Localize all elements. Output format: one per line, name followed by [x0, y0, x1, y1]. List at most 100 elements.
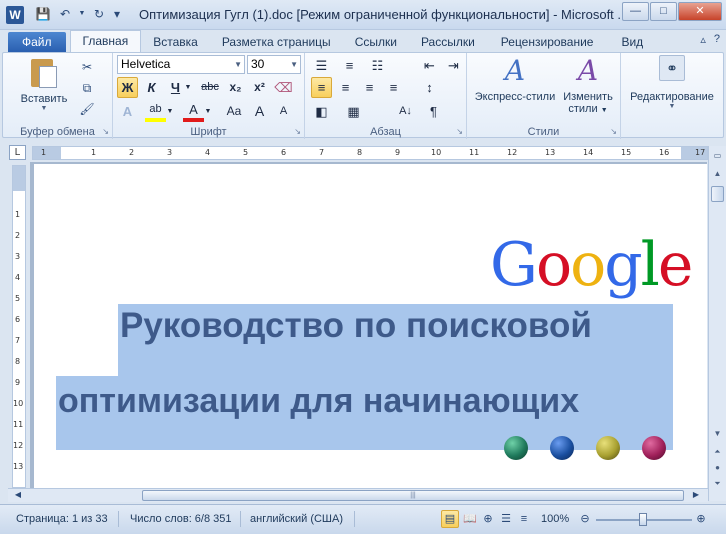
- font-color-icon[interactable]: A: [183, 101, 204, 122]
- tab-view[interactable]: Вид: [607, 32, 657, 52]
- language-status[interactable]: английский (США): [250, 513, 343, 525]
- vertical-ruler[interactable]: 1 2 3 4 5 6 7 8 9 10 11 12 13: [12, 165, 26, 488]
- maximize-button[interactable]: □: [650, 2, 677, 21]
- superscript-button[interactable]: x²: [249, 77, 270, 98]
- strikethrough-button[interactable]: abc: [197, 77, 223, 98]
- close-button[interactable]: ✕: [678, 2, 722, 21]
- quick-styles-button[interactable]: A Экспресс-стили: [473, 55, 557, 104]
- tab-references[interactable]: Ссылки: [343, 32, 409, 52]
- bold-button[interactable]: Ж: [117, 77, 138, 98]
- word-count-status[interactable]: Число слов: 6/8 351: [130, 513, 232, 525]
- align-right-icon[interactable]: ≡: [359, 77, 380, 98]
- font-launcher-icon[interactable]: ↘: [294, 127, 301, 136]
- undo-icon[interactable]: ↶: [56, 5, 74, 23]
- word-app-icon[interactable]: W: [6, 6, 24, 24]
- shrink-font-button[interactable]: A: [273, 101, 294, 122]
- justify-icon[interactable]: ≡: [383, 77, 404, 98]
- group-font: Helvetica ▼ 30 ▼ Ж К Ч ▼ abc x₂ x² ⌫ A a…: [113, 53, 305, 139]
- bullets-icon[interactable]: ☰: [311, 55, 332, 76]
- zoom-level[interactable]: 100%: [541, 513, 569, 525]
- tab-home[interactable]: Главная: [69, 30, 142, 52]
- copy-icon[interactable]: ⧉: [79, 80, 95, 96]
- sort-icon[interactable]: A↓: [395, 101, 416, 122]
- subscript-button[interactable]: x₂: [225, 77, 246, 98]
- numbering-icon[interactable]: ≡: [339, 55, 360, 76]
- format-painter-icon[interactable]: 🖌: [79, 101, 95, 117]
- binoculars-icon: ⚭: [659, 55, 685, 81]
- line-spacing-icon[interactable]: ↕: [419, 77, 440, 98]
- underline-dropdown-icon[interactable]: ▼: [183, 77, 193, 98]
- prev-page-icon[interactable]: ⏶: [710, 444, 725, 460]
- minimize-ribbon-icon[interactable]: ▵: [700, 33, 706, 46]
- document-area[interactable]: Google Руководство по поисковой оптимиза…: [30, 162, 707, 488]
- browse-object-icon[interactable]: ●: [710, 460, 725, 476]
- window-title: Оптимизация Гугл (1).doc [Режим ограниче…: [139, 7, 629, 22]
- font-color-dropdown-icon[interactable]: ▼: [203, 101, 213, 122]
- tab-insert[interactable]: Вставка: [141, 32, 210, 52]
- align-left-icon[interactable]: ≡: [311, 77, 332, 98]
- scroll-left-icon[interactable]: ◀: [10, 489, 26, 501]
- change-styles-button[interactable]: A Изменить стили ▼: [559, 55, 617, 116]
- highlight-dropdown-icon[interactable]: ▼: [165, 101, 175, 122]
- next-page-icon[interactable]: ⏷: [710, 476, 725, 492]
- outline-view-icon[interactable]: ☰: [497, 510, 515, 528]
- styles-launcher-icon[interactable]: ↘: [610, 127, 617, 136]
- scroll-right-icon[interactable]: ▶: [688, 489, 704, 501]
- zoom-out-icon[interactable]: ⊖: [576, 510, 594, 528]
- ruler-toggle-icon[interactable]: ▭: [710, 148, 725, 164]
- help-icon[interactable]: ?: [714, 33, 720, 46]
- align-center-icon[interactable]: ≡: [335, 77, 356, 98]
- horizontal-scroll-thumb[interactable]: |||: [142, 490, 684, 501]
- scroll-down-icon[interactable]: ▼: [710, 426, 725, 442]
- tab-mailings[interactable]: Рассылки: [409, 32, 487, 52]
- ruler-tick: 3: [167, 148, 173, 157]
- font-size-dropdown-icon[interactable]: ▼: [290, 56, 298, 73]
- document-title-line-2[interactable]: оптимизации для начинающих: [58, 382, 579, 421]
- show-marks-button[interactable]: ¶: [423, 101, 444, 122]
- save-icon[interactable]: 💾: [34, 5, 52, 23]
- vertical-scroll-thumb[interactable]: [711, 186, 724, 202]
- font-name-combo[interactable]: Helvetica ▼: [117, 55, 245, 74]
- increase-indent-icon[interactable]: ⇥: [443, 55, 464, 76]
- ruler-tick: 12: [13, 441, 24, 450]
- zoom-slider-thumb[interactable]: [639, 513, 647, 526]
- editing-button[interactable]: ⚭ Редактирование ▼: [623, 55, 721, 110]
- tab-review[interactable]: Рецензирование: [487, 32, 608, 52]
- web-layout-view-icon[interactable]: ⊕: [479, 510, 497, 528]
- italic-button[interactable]: К: [141, 77, 162, 98]
- multilevel-list-icon[interactable]: ☷: [367, 55, 388, 76]
- paragraph-launcher-icon[interactable]: ↘: [456, 127, 463, 136]
- document-page[interactable]: Google Руководство по поисковой оптимиза…: [34, 164, 707, 488]
- document-title-line-1[interactable]: Руководство по поисковой: [120, 306, 592, 346]
- font-size-combo[interactable]: 30 ▼: [247, 55, 301, 74]
- redo-icon[interactable]: ↻: [90, 5, 108, 23]
- font-name-dropdown-icon[interactable]: ▼: [234, 56, 242, 73]
- text-effects-icon[interactable]: A: [117, 101, 138, 122]
- minimize-button[interactable]: —: [622, 2, 649, 21]
- tab-file[interactable]: Файл: [8, 32, 66, 52]
- print-layout-view-icon[interactable]: ▤: [441, 510, 459, 528]
- shading-icon[interactable]: ◧: [311, 101, 332, 122]
- borders-icon[interactable]: ▦: [343, 101, 364, 122]
- tab-selector[interactable]: L: [9, 145, 26, 160]
- cut-icon[interactable]: ✂: [79, 59, 95, 75]
- customize-qat-icon[interactable]: ▾: [112, 5, 122, 23]
- undo-dropdown-icon[interactable]: ▼: [78, 5, 86, 23]
- zoom-in-icon[interactable]: ⊕: [692, 510, 710, 528]
- clear-formatting-icon[interactable]: ⌫: [273, 77, 294, 98]
- scroll-up-icon[interactable]: ▲: [710, 166, 725, 182]
- paste-button[interactable]: Вставить ▼: [17, 57, 71, 112]
- draft-view-icon[interactable]: ≡: [515, 510, 533, 528]
- full-screen-reading-icon[interactable]: 📖: [461, 510, 479, 528]
- decrease-indent-icon[interactable]: ⇤: [419, 55, 440, 76]
- highlight-icon[interactable]: ab: [145, 101, 166, 122]
- horizontal-ruler[interactable]: 1 1 2 3 4 5 6 7 8 9 10 11 12 13 14 15 16…: [32, 146, 708, 160]
- paste-icon: [29, 57, 59, 89]
- vertical-scrollbar[interactable]: ▭ ▲ ▼ ⏶ ● ⏷: [708, 146, 726, 501]
- tab-page-layout[interactable]: Разметка страницы: [210, 32, 343, 52]
- grow-font-button[interactable]: A: [249, 101, 270, 122]
- page-count-status[interactable]: Страница: 1 из 33: [16, 513, 108, 525]
- change-case-button[interactable]: Aa: [221, 101, 247, 122]
- clipboard-launcher-icon[interactable]: ↘: [102, 127, 109, 136]
- horizontal-scrollbar[interactable]: ◀ ||| ▶: [8, 488, 708, 502]
